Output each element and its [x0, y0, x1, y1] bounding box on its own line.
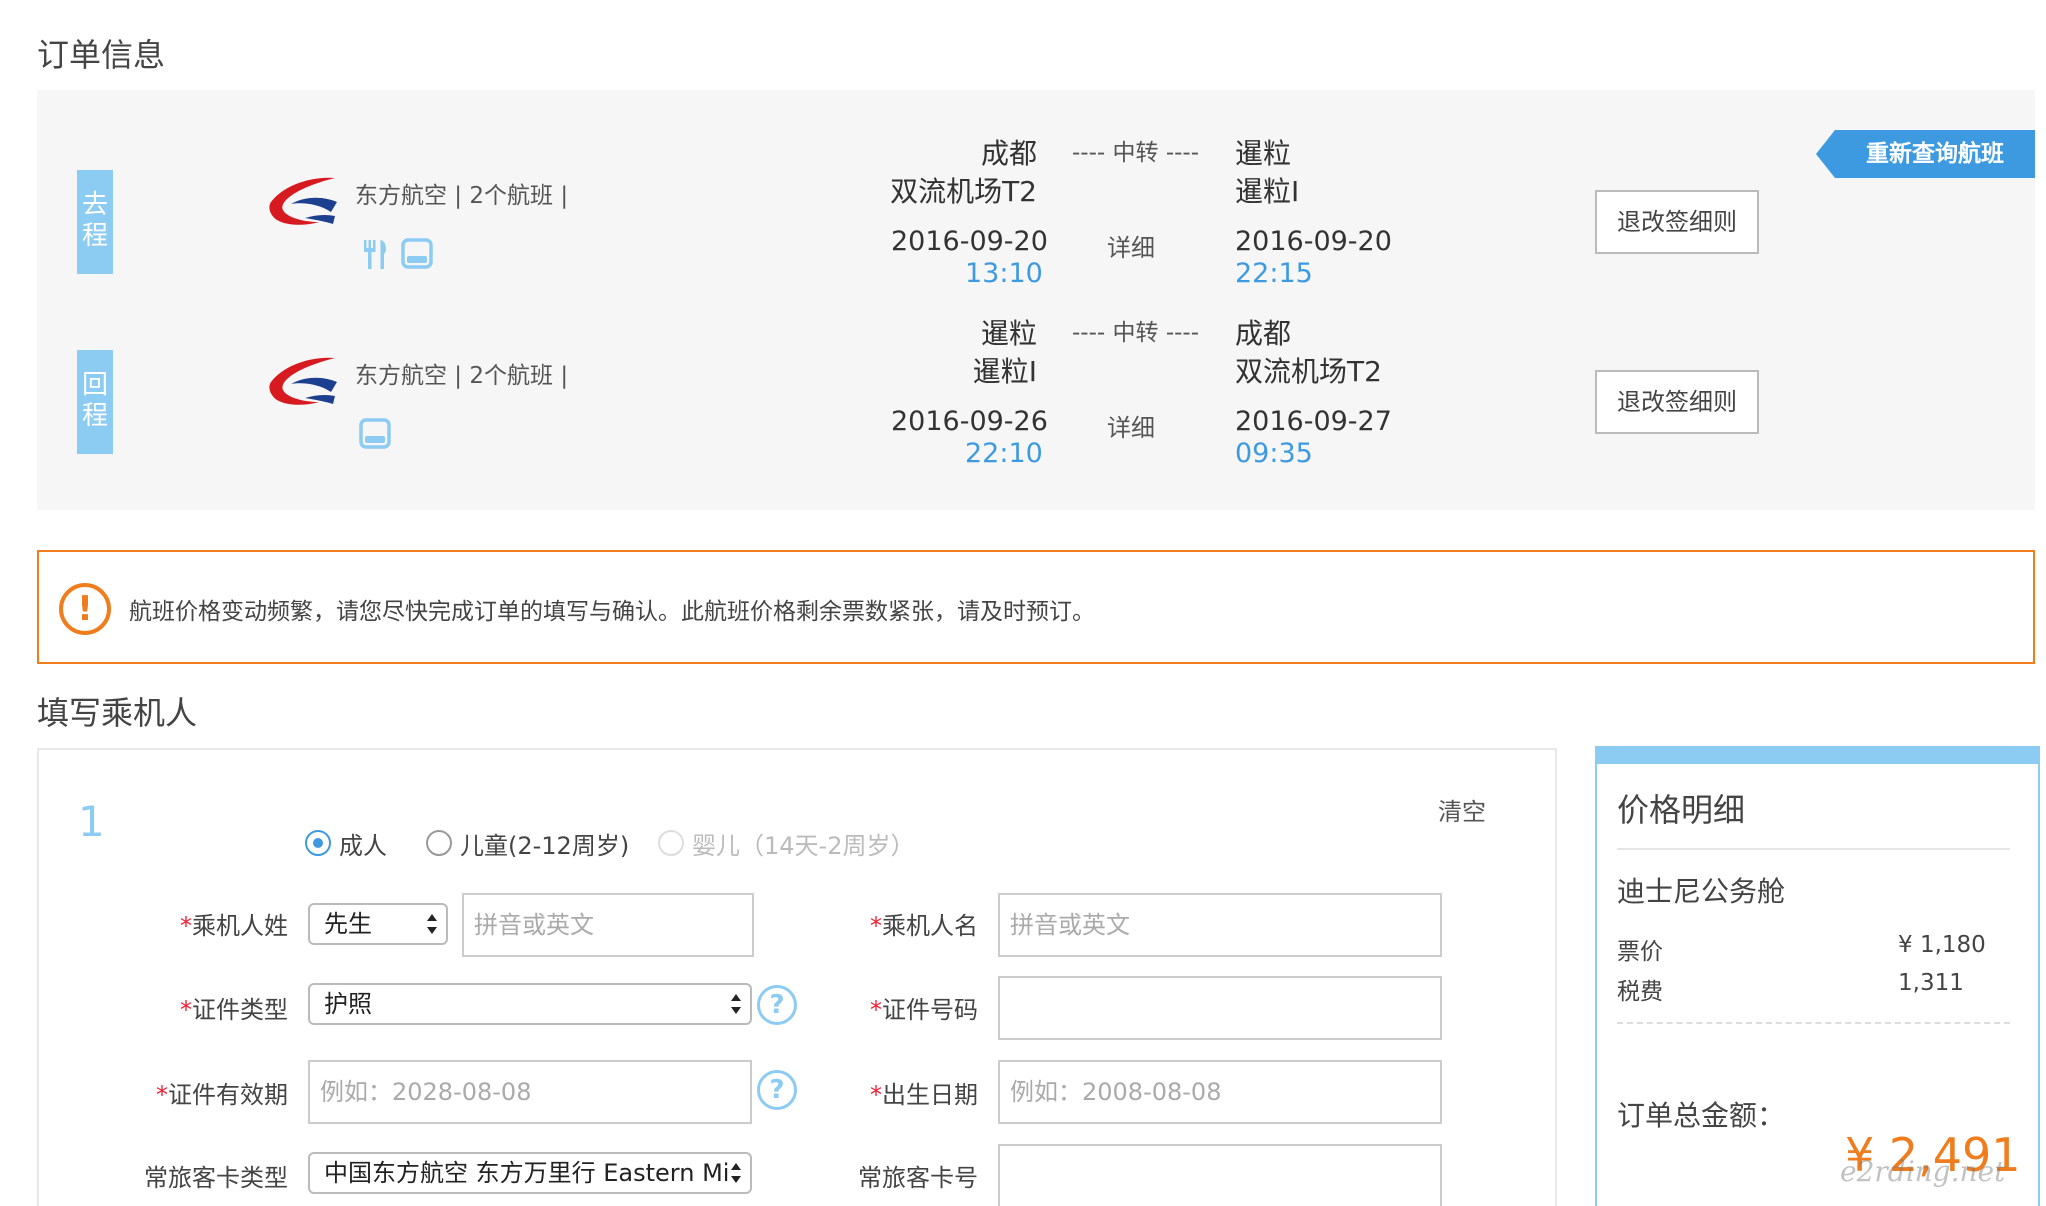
departure-time: 13:10 [965, 258, 1043, 289]
required-mark: * [870, 996, 882, 1024]
select-arrows-icon [427, 914, 437, 934]
price-change-notice: ! 航班价格变动频繁，请您尽快完成订单的填写与确认。此航班价格剩余票数紧张，请及… [37, 550, 2035, 664]
fare-label: 票价 [1617, 939, 1663, 965]
ffp-type-label: 常旅客卡类型 [144, 1164, 288, 1192]
required-mark: * [180, 912, 192, 940]
passenger-type-adult-radio[interactable] [305, 830, 331, 856]
divider [1617, 848, 2010, 850]
clear-form-link[interactable]: 清空 [1438, 792, 1486, 827]
passenger-type-adult-label: 成人 [339, 832, 387, 860]
select-arrows-icon [731, 1163, 741, 1183]
price-detail-title: 价格明细 [1617, 791, 1746, 829]
required-mark: * [180, 996, 192, 1024]
change-refund-rules-button[interactable]: 退改签细则 [1595, 190, 1759, 254]
cabin-name: 迪士尼公务舱 [1617, 875, 1786, 908]
departure-date: 2016-09-26 [891, 406, 1048, 437]
seat-icon [359, 418, 391, 449]
departure-city: 成都 [980, 137, 1037, 170]
transfer-indicator: ---- 中转 ---- [1072, 140, 1200, 166]
flight-detail-link[interactable]: 详细 [1107, 228, 1155, 263]
surname-label: *乘机人姓 [180, 912, 288, 940]
required-mark: * [870, 912, 882, 940]
total-amount-label: 订单总金额： [1617, 1099, 1786, 1132]
id-type-label: *证件类型 [180, 996, 288, 1024]
passenger-type-infant-radio[interactable] [658, 830, 684, 856]
required-mark: * [156, 1081, 168, 1109]
arrival-time: 09:35 [1235, 438, 1313, 469]
notice-text: 航班价格变动频繁，请您尽快完成订单的填写与确认。此航班价格剩余票数紧张，请及时预… [129, 599, 1095, 625]
fare-value: ¥ 1,180 [1898, 932, 1986, 958]
trip-tag-outbound: 去程 [77, 170, 113, 274]
id-type-help-icon[interactable]: ? [757, 985, 797, 1025]
id-number-input[interactable] [998, 976, 1442, 1040]
arrival-time: 22:15 [1235, 258, 1313, 289]
birth-date-label: *出生日期 [870, 1081, 978, 1109]
arrival-city: 暹粒 [1235, 137, 1292, 170]
transfer-indicator: ---- 中转 ---- [1072, 320, 1200, 346]
arrival-airport: 双流机场T2 [1235, 355, 1382, 388]
given-name-input[interactable] [998, 893, 1442, 957]
departure-airport: 暹粒I [972, 355, 1037, 388]
seat-icon [401, 238, 433, 269]
warning-icon: ! [59, 583, 111, 635]
arrival-date: 2016-09-20 [1235, 226, 1392, 257]
flight-detail-link[interactable]: 详细 [1107, 408, 1155, 443]
watermark: e2rding.net [1840, 1155, 2006, 1188]
departure-date: 2016-09-20 [891, 226, 1048, 257]
passenger-type-infant-label: 婴儿（14天-2周岁） [692, 832, 915, 860]
id-expiry-help-icon[interactable]: ? [757, 1070, 797, 1110]
requery-flights-button[interactable]: 重新查询航班 [1816, 130, 2035, 178]
arrival-city: 成都 [1235, 317, 1292, 350]
departure-airport: 双流机场T2 [890, 175, 1037, 208]
tax-label: 税费 [1617, 979, 1663, 1005]
meal-icon [364, 240, 386, 269]
arrival-date: 2016-09-27 [1235, 406, 1392, 437]
title-select[interactable]: 先生 [308, 903, 448, 945]
id-expiry-label: *证件有效期 [156, 1081, 288, 1109]
tax-value: 1,311 [1898, 970, 1964, 996]
departure-city: 暹粒 [980, 317, 1037, 350]
airline-name: 东方航空 | 2个航班 | [355, 363, 569, 389]
order-info-title: 订单信息 [37, 36, 166, 74]
arrival-airport: 暹粒I [1235, 175, 1300, 208]
departure-time: 22:10 [965, 438, 1043, 469]
ffp-number-input[interactable] [998, 1144, 1442, 1206]
given-name-label: *乘机人名 [870, 912, 978, 940]
select-arrows-icon [731, 994, 741, 1014]
china-eastern-logo-icon [269, 357, 337, 405]
divider [1617, 1022, 2010, 1024]
id-type-select[interactable]: 护照 [308, 983, 752, 1025]
passenger-type-child-label: 儿童(2-12周岁) [460, 832, 630, 860]
trip-tag-return: 回程 [77, 350, 113, 454]
id-number-label: *证件号码 [870, 996, 978, 1024]
required-mark: * [870, 1081, 882, 1109]
passenger-number: 1 [78, 797, 105, 846]
id-expiry-input[interactable] [308, 1060, 752, 1124]
passenger-section-title: 填写乘机人 [37, 694, 198, 732]
ffp-number-label: 常旅客卡号 [858, 1164, 978, 1192]
surname-input[interactable] [462, 893, 754, 957]
airline-name: 东方航空 | 2个航班 | [355, 183, 569, 209]
passenger-type-child-radio[interactable] [426, 830, 452, 856]
birth-date-input[interactable] [998, 1060, 1442, 1124]
change-refund-rules-button[interactable]: 退改签细则 [1595, 370, 1759, 434]
ffp-type-select[interactable]: 中国东方航空 东方万里行 Eastern Mi [308, 1152, 752, 1194]
china-eastern-logo-icon [269, 177, 337, 225]
